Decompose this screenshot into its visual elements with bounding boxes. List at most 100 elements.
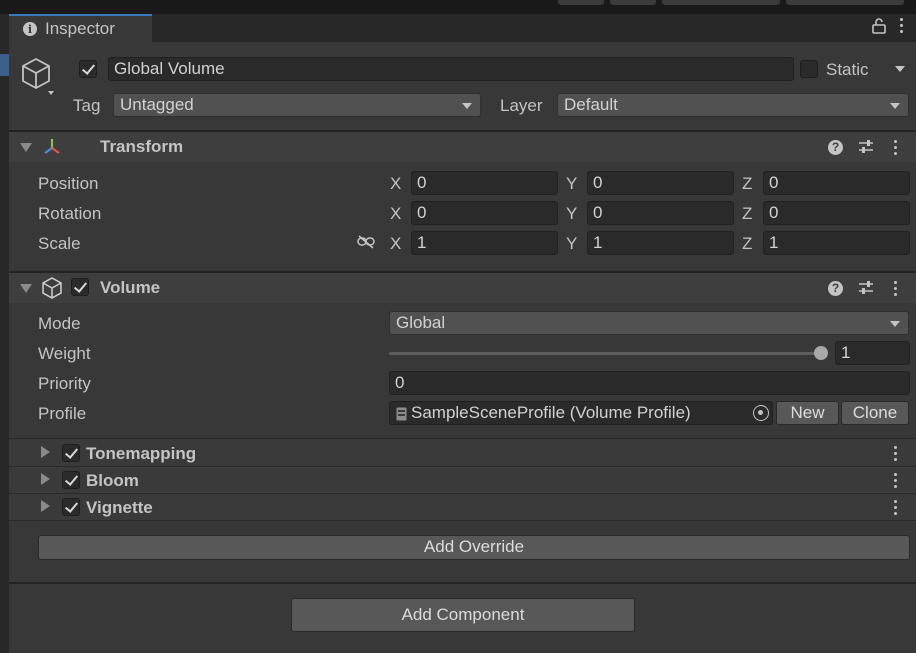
component-menu-icon[interactable] (894, 281, 898, 297)
info-icon: i (23, 22, 37, 36)
volume-header[interactable]: Volume ? (9, 273, 916, 303)
volume-title: Volume (100, 278, 161, 297)
weight-label: Weight (38, 344, 91, 363)
override-menu-icon[interactable] (894, 446, 898, 462)
gameobject-cube-icon[interactable] (20, 57, 54, 97)
clone-profile-button[interactable]: Clone (841, 401, 909, 425)
override-label: Bloom (86, 471, 139, 490)
chevron-down-icon (462, 103, 472, 109)
layer-value: Default (564, 95, 618, 114)
volume-cube-icon (42, 277, 62, 299)
rotation-x-input[interactable]: 0 (411, 201, 558, 225)
axis-x-label: X (390, 174, 402, 193)
rotation-label: Rotation (38, 204, 102, 223)
divider (9, 582, 916, 584)
preset-sliders-icon[interactable] (858, 139, 874, 155)
unlinked-scale-icon[interactable] (357, 235, 375, 249)
override-enabled-checkbox[interactable] (62, 444, 80, 462)
profile-label: Profile (38, 404, 87, 423)
preset-sliders-icon[interactable] (858, 280, 874, 296)
new-profile-button[interactable]: New (776, 401, 839, 425)
override-menu-icon[interactable] (894, 500, 898, 516)
top-toolbar-strip (0, 0, 916, 14)
rotation-z-input[interactable]: 0 (763, 201, 910, 225)
chevron-down-icon (890, 321, 900, 327)
override-label: Tonemapping (86, 444, 197, 463)
rotation-y-input[interactable]: 0 (587, 201, 734, 225)
axis-z-label: Z (742, 204, 753, 223)
override-enabled-checkbox[interactable] (62, 471, 80, 489)
weight-input[interactable]: 1 (835, 341, 910, 365)
divider (9, 520, 916, 521)
axis-y-label: Y (566, 234, 578, 253)
override-menu-icon[interactable] (894, 473, 898, 489)
divider (9, 438, 916, 439)
transform-header[interactable]: Transform ? (9, 132, 916, 162)
foldout-arrow-icon[interactable] (41, 500, 50, 512)
gameobject-name-input[interactable]: Global Volume (108, 57, 794, 81)
foldout-arrow-icon[interactable] (41, 446, 50, 458)
volume-enabled-checkbox[interactable] (71, 278, 89, 296)
override-label: Vignette (86, 498, 153, 517)
static-label: Static (826, 60, 869, 79)
mode-value: Global (396, 313, 446, 332)
override-item[interactable]: Tonemapping (9, 440, 916, 466)
weight-slider-track[interactable] (389, 352, 821, 355)
add-component-button[interactable]: Add Component (291, 598, 635, 632)
mode-label: Mode (38, 314, 81, 333)
toolbar-button[interactable] (610, 0, 656, 5)
axis-z-label: Z (742, 174, 753, 193)
position-x-input[interactable]: 0 (411, 171, 558, 195)
axis-x-label: X (390, 234, 402, 253)
tab-bar: i Inspector (9, 14, 916, 42)
tab-menu-icon[interactable] (900, 18, 904, 34)
weight-slider-thumb[interactable] (814, 346, 828, 360)
left-panel-selection (0, 54, 9, 76)
toolbar-button[interactable] (786, 0, 904, 5)
priority-label: Priority (38, 374, 91, 393)
scale-y-input[interactable]: 1 (587, 231, 734, 255)
toolbar-button[interactable] (662, 0, 780, 5)
axis-x-label: X (390, 204, 402, 223)
component-menu-icon[interactable] (894, 140, 898, 156)
profile-object-field[interactable]: SampleSceneProfile (Volume Profile) (389, 401, 773, 425)
tag-label: Tag (73, 96, 101, 115)
gameobject-active-checkbox[interactable] (79, 60, 97, 78)
volume-profile-asset-icon (396, 407, 407, 421)
static-checkbox[interactable] (800, 60, 818, 78)
transform-axes-icon (44, 139, 60, 154)
static-dropdown-arrow-icon[interactable] (895, 66, 905, 72)
chevron-down-icon (890, 103, 900, 109)
tab-inspector[interactable]: i Inspector (9, 14, 152, 42)
transform-title: Transform (100, 137, 184, 156)
lock-icon[interactable] (872, 18, 886, 34)
axis-y-label: Y (566, 174, 578, 193)
override-item[interactable]: Bloom (9, 467, 916, 493)
position-z-input[interactable]: 0 (763, 171, 910, 195)
foldout-arrow-icon[interactable] (20, 284, 32, 293)
override-enabled-checkbox[interactable] (62, 498, 80, 516)
layer-dropdown[interactable]: Default (557, 93, 909, 117)
priority-input[interactable]: 0 (389, 371, 910, 395)
object-picker-icon[interactable] (753, 405, 769, 421)
axis-y-label: Y (566, 204, 578, 223)
position-label: Position (38, 174, 99, 193)
add-override-button[interactable]: Add Override (38, 535, 910, 560)
position-y-input[interactable]: 0 (587, 171, 734, 195)
mode-dropdown[interactable]: Global (389, 311, 909, 335)
tab-inspector-label: Inspector (45, 19, 115, 38)
scale-x-input[interactable]: 1 (411, 231, 558, 255)
foldout-arrow-icon[interactable] (20, 143, 32, 152)
inspector-panel: Global Volume Static Tag Untagged Layer … (9, 42, 916, 653)
tag-dropdown[interactable]: Untagged (113, 93, 481, 117)
tag-value: Untagged (120, 95, 194, 114)
toolbar-button[interactable] (558, 0, 604, 5)
override-item[interactable]: Vignette (9, 494, 916, 520)
help-icon[interactable]: ? (828, 140, 843, 155)
scale-label: Scale (38, 234, 81, 253)
foldout-arrow-icon[interactable] (41, 473, 50, 485)
help-icon[interactable]: ? (828, 281, 843, 296)
axis-z-label: Z (742, 234, 753, 253)
layer-label: Layer (500, 96, 543, 115)
scale-z-input[interactable]: 1 (763, 231, 910, 255)
